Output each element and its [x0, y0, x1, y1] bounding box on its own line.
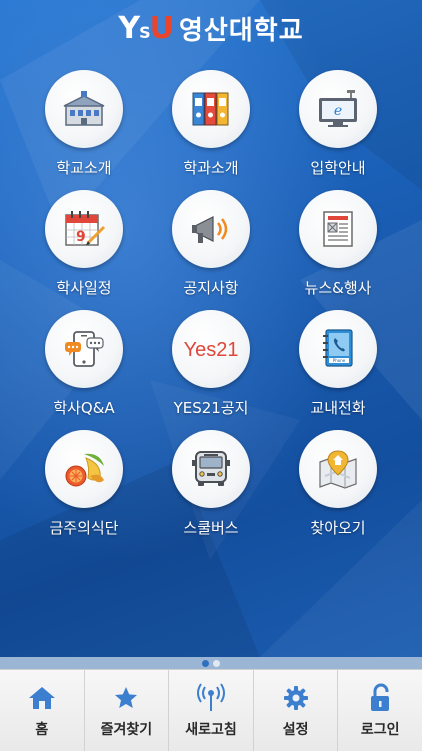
- lock-icon: [368, 683, 392, 713]
- monitor-icon: e: [299, 70, 377, 148]
- tab-label: 즐겨찾기: [100, 721, 153, 738]
- menu-label: 입학안내: [310, 159, 366, 177]
- tab-login[interactable]: 로그인: [338, 670, 422, 751]
- menu-label: 금주의식단: [49, 519, 119, 537]
- phone-chat-icon: [45, 310, 123, 388]
- gear-icon: [283, 683, 309, 713]
- star-icon: [113, 683, 139, 713]
- menu-label: 학사Q&A: [53, 399, 115, 417]
- menu-item-campus-phone[interactable]: Phone 교내전화: [275, 310, 401, 428]
- menu-item-notices[interactable]: 공지사항: [148, 190, 274, 308]
- school-building-icon: [45, 70, 123, 148]
- logo-mark: YSU: [118, 10, 174, 46]
- newspaper-icon: [299, 190, 377, 268]
- menu-label: 학과소개: [183, 159, 239, 177]
- calendar-icon: 9: [45, 190, 123, 268]
- menu-item-yes21-notice[interactable]: Yes21 YES21공지: [148, 310, 274, 428]
- tab-settings[interactable]: 설정: [254, 670, 339, 751]
- menu-item-school-bus[interactable]: 스쿨버스: [148, 430, 274, 548]
- fruit-icon: [45, 430, 123, 508]
- app-header: YSU 영산대학교: [0, 0, 422, 56]
- tab-label: 홈: [35, 721, 49, 738]
- tab-label: 로그인: [360, 721, 400, 738]
- menu-label: 찾아오기: [310, 519, 366, 537]
- menu-item-academic-calendar[interactable]: 9 학사일정: [21, 190, 147, 308]
- tab-favorites[interactable]: 즐겨찾기: [85, 670, 170, 751]
- page-dot-active[interactable]: [202, 659, 209, 667]
- menu-item-admissions[interactable]: e 입학안내: [275, 70, 401, 188]
- svg-text:e: e: [334, 103, 342, 119]
- phonebook-icon: Phone: [299, 310, 377, 388]
- yes21-icon: Yes21: [172, 310, 250, 388]
- menu-label: 학교소개: [56, 159, 112, 177]
- tab-refresh[interactable]: 새로고침: [169, 670, 254, 751]
- menu-label: 뉴스&행사: [304, 279, 372, 297]
- tab-label: 새로고침: [185, 721, 237, 738]
- svg-text:Yes21: Yes21: [184, 339, 239, 361]
- menu-item-school-intro[interactable]: 학교소개: [21, 70, 147, 188]
- binders-icon: [172, 70, 250, 148]
- menu-label: 학사일정: [56, 279, 112, 297]
- university-name: 영산대학교: [179, 15, 304, 46]
- tab-label: 설정: [282, 721, 309, 738]
- menu-item-academic-qa[interactable]: 학사Q&A: [21, 310, 147, 428]
- home-icon: [28, 683, 56, 713]
- menu-item-department-intro[interactable]: 학과소개: [148, 70, 274, 188]
- tab-home[interactable]: 홈: [0, 670, 85, 751]
- menu-item-news-events[interactable]: 뉴스&행사: [275, 190, 401, 308]
- page-indicator: [0, 657, 422, 669]
- bus-icon: [172, 430, 250, 508]
- svg-text:9: 9: [76, 229, 86, 245]
- menu-label: 스쿨버스: [183, 519, 239, 537]
- menu-label: 교내전화: [310, 399, 366, 417]
- bottom-tab-bar: 홈 즐겨찾기 새로고침 설정 로그인: [0, 669, 422, 751]
- menu-item-directions[interactable]: 찾아오기: [275, 430, 401, 548]
- map-pin-icon: [299, 430, 377, 508]
- svg-text:Phone: Phone: [333, 358, 346, 363]
- menu-grid: 학교소개 학과소개 e 입학안내 9 학사일정 공지사항 뉴스&행사 학사Q&A…: [21, 70, 401, 548]
- menu-label: YES21공지: [173, 399, 249, 417]
- university-logo: YSU 영산대학교: [118, 10, 303, 47]
- megaphone-icon: [172, 190, 250, 268]
- menu-label: 공지사항: [183, 279, 239, 297]
- signal-icon: [195, 682, 227, 713]
- menu-item-weekly-menu[interactable]: 금주의식단: [21, 430, 147, 548]
- page-dot[interactable]: [213, 659, 220, 667]
